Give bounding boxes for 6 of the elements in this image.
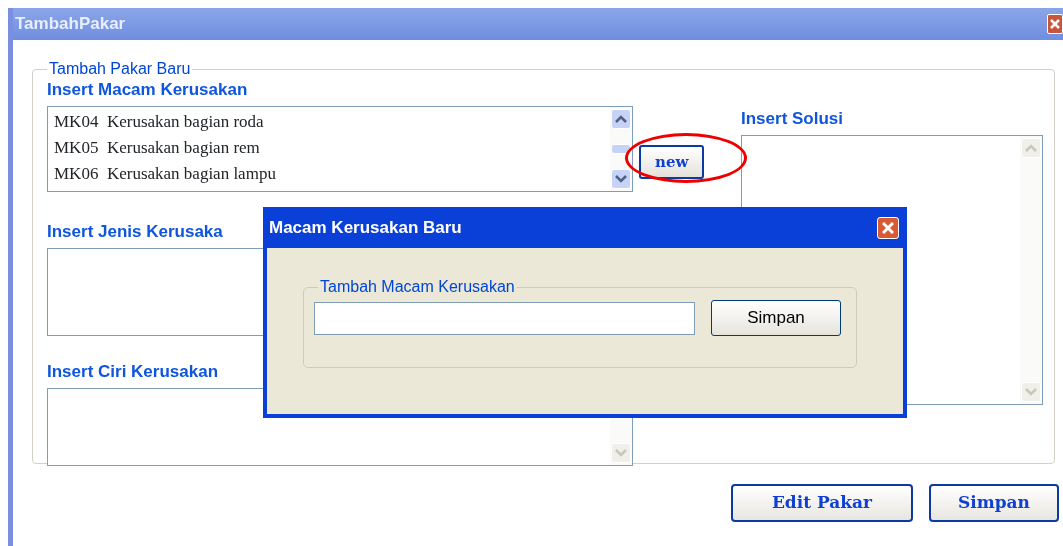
dialog-title: Macam Kerusakan Baru xyxy=(269,216,462,239)
field-label: Insert Solusi xyxy=(741,109,844,129)
field-label: Insert Jenis Kerusaka xyxy=(47,222,223,242)
window-title: TambahPakar xyxy=(15,13,126,36)
field-label: Insert Ciri Kerusakan xyxy=(47,362,218,382)
field-label: Insert Macam Kerusakan xyxy=(47,80,248,100)
